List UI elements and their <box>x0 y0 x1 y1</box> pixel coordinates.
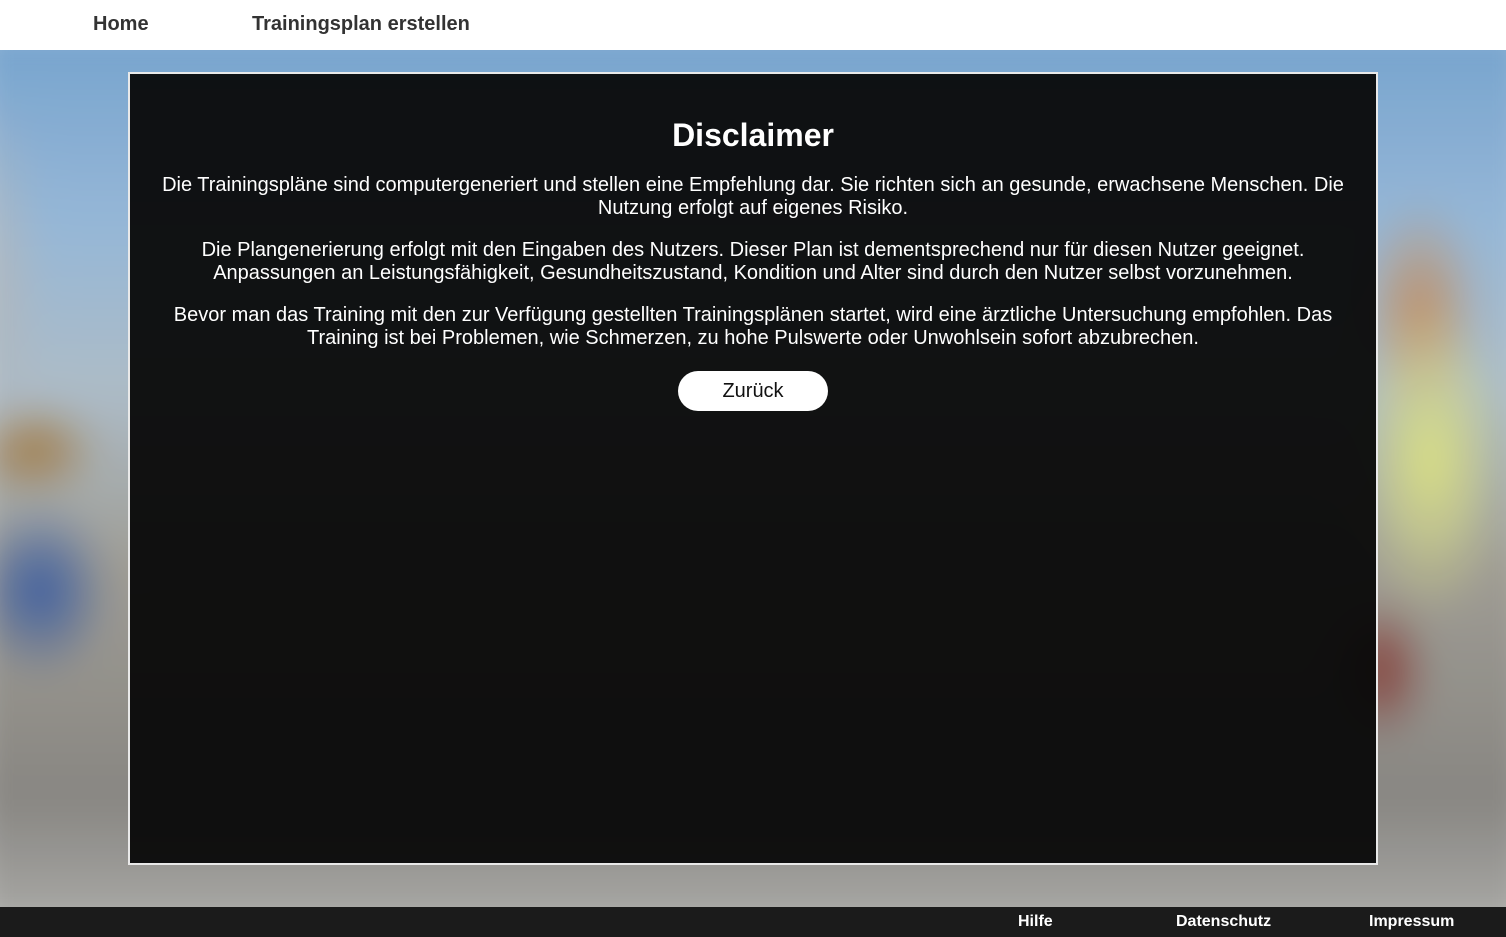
footer: Hilfe Datenschutz Impressum <box>0 907 1506 937</box>
disclaimer-panel: Disclaimer Die Trainingspläne sind compu… <box>128 72 1378 865</box>
hero-background: Disclaimer Die Trainingspläne sind compu… <box>0 50 1506 907</box>
nav-link-create-training-plan[interactable]: Trainingsplan erstellen <box>252 13 470 36</box>
footer-link-help[interactable]: Hilfe <box>1018 913 1053 931</box>
footer-link-imprint[interactable]: Impressum <box>1369 913 1454 931</box>
disclaimer-paragraph-3: Bevor man das Training mit den zur Verfü… <box>173 304 1333 349</box>
nav-link-home[interactable]: Home <box>93 13 149 36</box>
disclaimer-title: Disclaimer <box>672 117 834 153</box>
disclaimer-paragraph-2: Die Plangenerierung erfolgt mit den Eing… <box>201 239 1305 284</box>
disclaimer-paragraph-1: Die Trainingspläne sind computergenerier… <box>162 174 1344 219</box>
back-button[interactable]: Zurück <box>678 371 828 411</box>
footer-link-privacy[interactable]: Datenschutz <box>1176 913 1271 931</box>
top-navigation: Home Trainingsplan erstellen <box>0 0 1506 50</box>
